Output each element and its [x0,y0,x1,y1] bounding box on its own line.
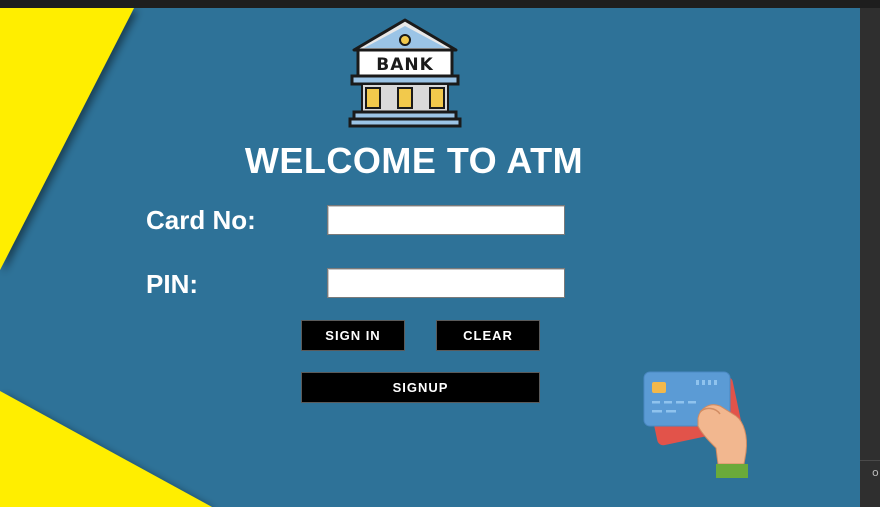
bank-logo-icon: BANK [348,18,462,128]
card-number-input[interactable] [327,205,565,235]
edge-partial-text: o [872,466,879,479]
pin-label: PIN: [146,269,198,299]
background-window-edge: o [860,8,880,507]
credit-card-hand-icon [643,371,748,478]
signup-button[interactable]: SIGNUP [301,372,540,403]
atm-login-frame: BANK WELCOME TO ATM Card No: PIN: SIGN I… [0,8,860,507]
page-title: WELCOME TO ATM [244,140,584,181]
bank-logo-text: BANK [376,55,434,75]
yellow-top-left-shape [0,8,134,270]
card-number-label: Card No: [146,205,256,235]
clear-button[interactable]: CLEAR [436,320,540,351]
pin-input[interactable] [327,268,565,298]
sign-in-button[interactable]: SIGN IN [301,320,405,351]
window-titlebar [0,0,880,8]
yellow-bottom-left-shape [0,391,212,507]
edge-divider [860,460,880,461]
